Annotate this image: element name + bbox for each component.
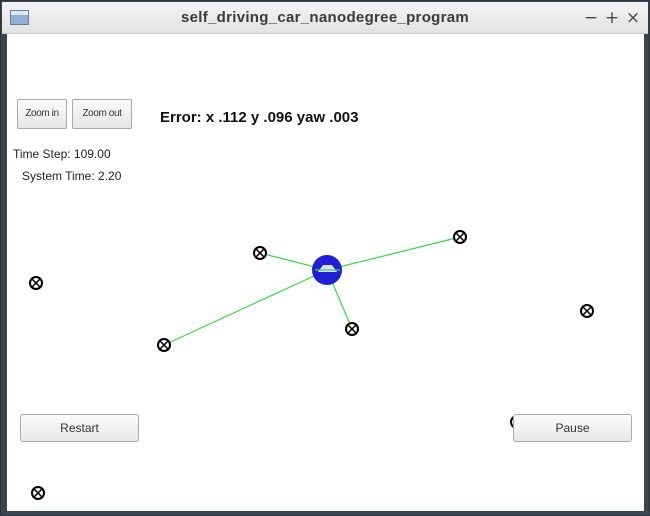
system-time-label: System Time: 2.20 xyxy=(22,169,122,183)
maximize-icon[interactable]: + xyxy=(603,8,621,28)
pause-button[interactable]: Pause xyxy=(513,414,632,442)
observation-lines xyxy=(163,236,461,346)
minimize-icon[interactable]: − xyxy=(582,8,600,28)
app-window-icon xyxy=(10,10,29,25)
landmark-icon xyxy=(29,276,43,290)
error-readout: Error: x .112 y .096 yaw .003 xyxy=(160,109,359,126)
title-bar[interactable]: self_driving_car_nanodegree_program − + … xyxy=(2,2,648,34)
vehicle xyxy=(312,255,342,285)
time-step-label: Time Step: 109.00 xyxy=(13,147,111,161)
landmark-icon xyxy=(253,246,267,260)
landmark-icon xyxy=(580,304,594,318)
zoom-out-button[interactable]: Zoom out xyxy=(72,99,132,129)
simulation-canvas: Zoom in Zoom out Error: x .112 y .096 ya… xyxy=(7,34,644,511)
restart-button[interactable]: Restart xyxy=(20,414,139,442)
landmark-icon xyxy=(157,338,171,352)
observation-line xyxy=(326,236,461,271)
landmark-icon xyxy=(31,486,45,500)
simulator-window: self_driving_car_nanodegree_program − + … xyxy=(0,0,650,516)
landmark-icon xyxy=(453,230,467,244)
close-icon[interactable]: × xyxy=(624,8,642,28)
landmark-icon xyxy=(345,322,359,336)
zoom-in-button[interactable]: Zoom in xyxy=(17,99,67,129)
landmarks xyxy=(29,230,594,500)
observation-line xyxy=(163,269,328,346)
window-title: self_driving_car_nanodegree_program xyxy=(180,9,470,26)
